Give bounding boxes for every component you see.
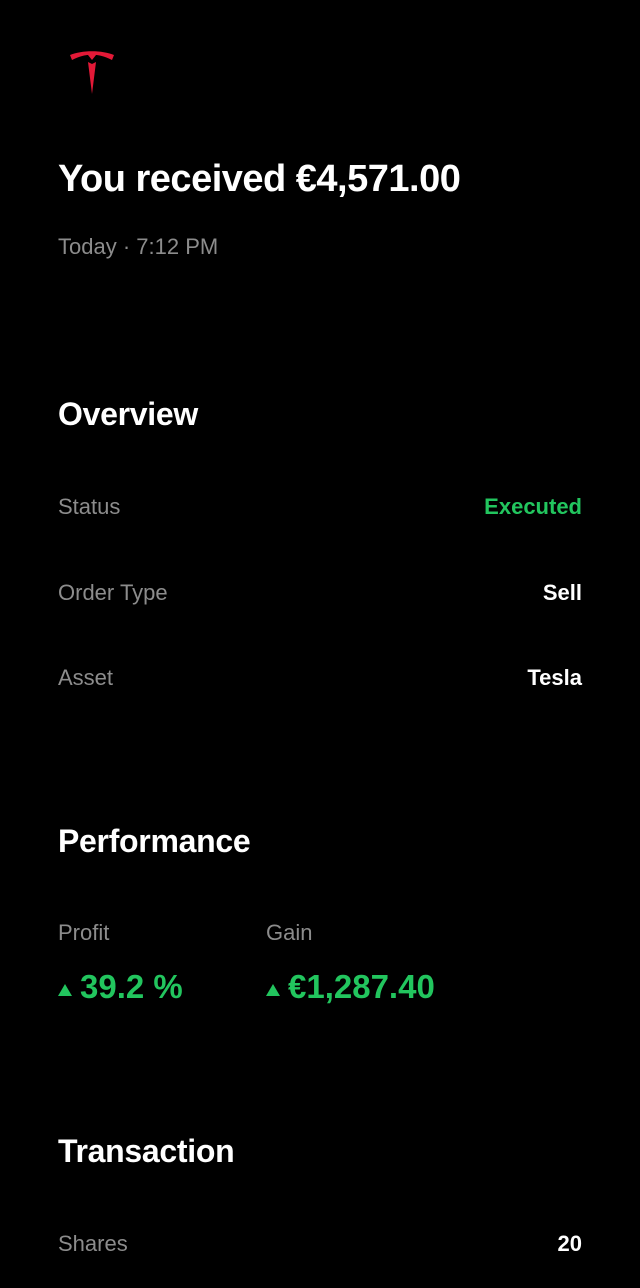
order-type-value: Sell: [542, 580, 582, 605]
order-type-row: Order Type Sell: [58, 580, 582, 606]
received-amount-headline: You received €4,571.00: [58, 158, 461, 200]
gain-value: €1,287.40: [288, 968, 435, 1005]
status-row: Status Executed: [58, 494, 582, 520]
profit-label: Profit: [58, 920, 110, 945]
status-value: Executed: [484, 494, 582, 519]
transaction-detail-screen: You received €4,571.00 Today · 7:12 PM O…: [0, 0, 640, 1288]
triangle-up-icon: [58, 984, 72, 996]
triangle-up-icon: [266, 984, 280, 996]
performance-title: Performance: [58, 823, 251, 859]
gain-label: Gain: [266, 920, 313, 945]
gain-value-wrap: €1,287.40: [266, 968, 435, 1006]
profit-metric: Profit 39.2 %: [58, 920, 183, 1006]
shares-label: Shares: [58, 1231, 128, 1256]
asset-value: Tesla: [527, 665, 582, 690]
shares-row: Shares 20: [58, 1231, 582, 1257]
asset-label: Asset: [58, 665, 114, 690]
status-label: Status: [58, 494, 121, 519]
gain-metric: Gain €1,287.40: [266, 920, 435, 1006]
transaction-title: Transaction: [58, 1133, 235, 1169]
order-type-label: Order Type: [58, 580, 168, 605]
asset-row: Asset Tesla: [58, 665, 582, 691]
overview-title: Overview: [58, 396, 198, 432]
profit-value-wrap: 39.2 %: [58, 968, 183, 1006]
timestamp: Today · 7:12 PM: [58, 234, 219, 259]
profit-value: 39.2 %: [80, 968, 183, 1005]
shares-value: 20: [557, 1231, 582, 1256]
tesla-logo-icon: [68, 50, 116, 96]
